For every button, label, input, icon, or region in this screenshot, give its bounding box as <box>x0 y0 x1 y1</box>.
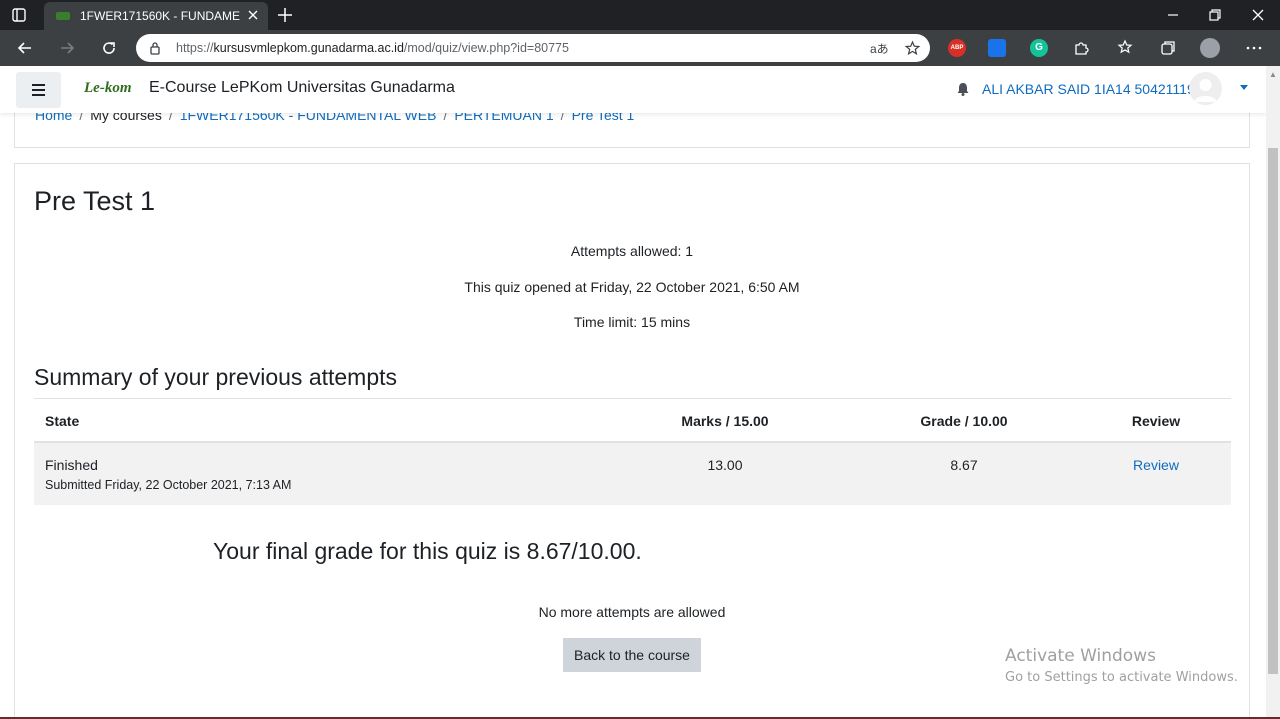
tab-actions-icon[interactable] <box>10 6 28 24</box>
user-avatar[interactable] <box>1189 72 1222 105</box>
quiz-card: Pre Test 1 Attempts allowed: 1 This quiz… <box>14 163 1250 719</box>
hamburger-bar <box>32 84 45 86</box>
site-logo[interactable]: Le-kom <box>84 80 131 97</box>
page-scrollbar[interactable]: ▲ <box>1266 66 1280 719</box>
attempts-table: State Marks / 15.00 Grade / 10.00 Review… <box>34 398 1231 505</box>
extension-blue-icon[interactable] <box>988 39 1006 57</box>
table-row: Finished Submitted Friday, 22 October 20… <box>34 443 1231 505</box>
time-limit: Time limit: 15 mins <box>573 314 691 330</box>
page-content: Home / My courses/1FWER171560K - FUNDAMENT… <box>0 66 1266 719</box>
hamburger-menu-button[interactable] <box>16 72 61 108</box>
forward-arrow-icon[interactable] <box>58 39 76 57</box>
reload-icon[interactable] <box>100 39 118 57</box>
address-bar[interactable]: https://kursusvmlepkom.gunadarma.ac.id/m… <box>136 34 930 62</box>
watermark-subtitle: Go to Settings to activate Windows. <box>1005 670 1238 685</box>
windows-activation-watermark: Activate Windows Go to Settings to activ… <box>1005 646 1238 685</box>
adblock-extension-icon[interactable]: ABP <box>948 39 966 57</box>
hamburger-bar <box>32 94 45 96</box>
grammarly-extension-icon[interactable]: G <box>1030 39 1048 57</box>
header-state: State <box>45 413 80 429</box>
browser-tab[interactable]: 1FWER171560K - FUNDAMENTA <box>44 2 268 30</box>
profile-avatar-icon[interactable] <box>1200 38 1220 58</box>
attempt-marks: 13.00 <box>707 457 743 473</box>
summary-heading: Summary of your previous attempts <box>34 364 398 390</box>
review-link[interactable]: Review <box>1133 457 1179 473</box>
attempt-submitted: Submitted Friday, 22 October 2021, 7:13 … <box>45 478 292 492</box>
user-menu-chevron-down-icon[interactable] <box>1240 85 1248 90</box>
notification-bell-icon[interactable] <box>955 81 971 97</box>
site-favicon-icon <box>56 12 70 20</box>
page-title: Pre Test 1 <box>34 186 156 216</box>
new-tab-icon[interactable] <box>276 6 294 24</box>
attempts-allowed: Attempts allowed: 1 <box>570 243 694 259</box>
table-header-row: State Marks / 15.00 Grade / 10.00 Review <box>34 399 1231 443</box>
no-more-attempts: No more attempts are allowed <box>538 604 726 620</box>
close-window-icon[interactable] <box>1249 6 1267 24</box>
restore-icon[interactable] <box>1206 6 1224 24</box>
attempt-state: Finished <box>45 457 98 473</box>
hamburger-bar <box>32 89 45 91</box>
read-aloud-icon[interactable]: aあ <box>870 40 889 57</box>
site-header: Le-kom E-Course LePKom Universitas Gunad… <box>0 66 1266 113</box>
extensions-puzzle-icon[interactable] <box>1072 39 1090 57</box>
site-name[interactable]: E-Course LePKom Universitas Gunadarma <box>149 79 455 97</box>
add-favorite-star-icon[interactable] <box>904 40 921 57</box>
minimize-icon[interactable] <box>1164 6 1182 24</box>
back-to-course-button[interactable]: Back to the course <box>563 638 701 672</box>
tab-title: 1FWER171560K - FUNDAMENTA <box>80 9 240 23</box>
attempt-grade: 8.67 <box>950 457 978 473</box>
url-text[interactable]: https://kursusvmlepkom.gunadarma.ac.id/m… <box>176 41 569 55</box>
collections-icon[interactable] <box>1159 39 1177 57</box>
header-marks: Marks / 15.00 <box>681 413 769 429</box>
favorites-icon[interactable] <box>1117 39 1135 57</box>
header-grade: Grade / 10.00 <box>920 413 1008 429</box>
browser-tab-bar: 1FWER171560K - FUNDAMENTA <box>0 0 1280 30</box>
header-review: Review <box>1131 413 1181 429</box>
attempt-review-cell: Review <box>1106 457 1206 473</box>
back-arrow-icon[interactable] <box>16 39 34 57</box>
user-name[interactable]: ALI AKBAR SAID 1IA14 50421119 <box>982 81 1195 97</box>
final-grade: Your final grade for this quiz is 8.67/1… <box>213 538 642 564</box>
scrollbar-thumb[interactable] <box>1268 148 1278 674</box>
more-menu-icon[interactable] <box>1245 39 1263 57</box>
browser-toolbar: https://kursusvmlepkom.gunadarma.ac.id/m… <box>0 30 1280 66</box>
lock-icon[interactable] <box>148 41 162 55</box>
watermark-title: Activate Windows <box>1005 646 1156 666</box>
scroll-up-arrow-icon[interactable]: ▲ <box>1269 70 1277 79</box>
quiz-opened-at: This quiz opened at Friday, 22 October 2… <box>464 279 800 295</box>
close-tab-icon[interactable] <box>246 8 260 22</box>
